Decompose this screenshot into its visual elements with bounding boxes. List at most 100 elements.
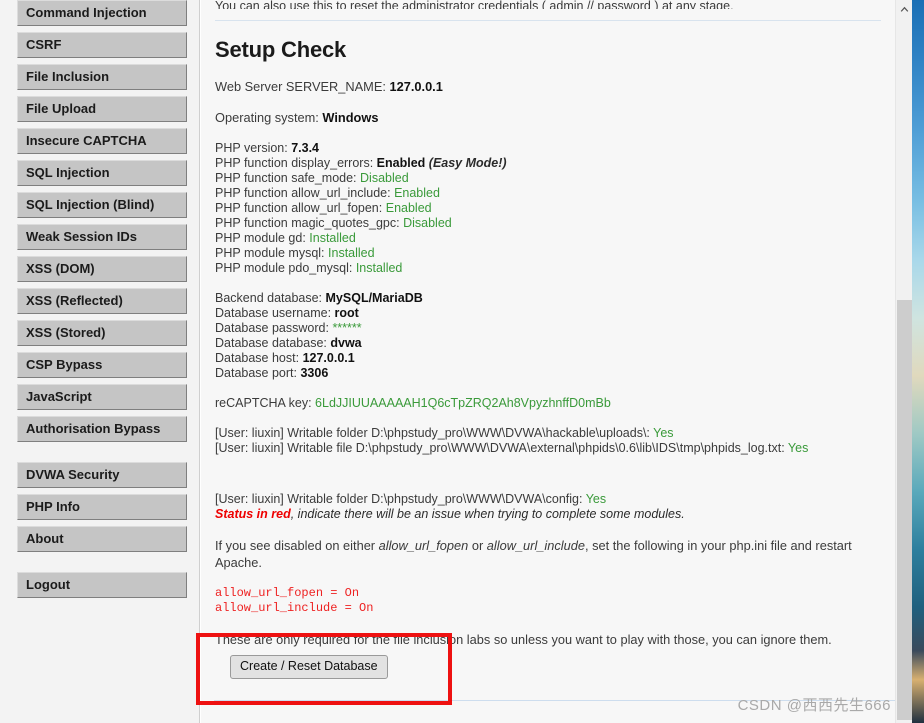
sidebar-item-sql-injection[interactable]: SQL Injection bbox=[17, 160, 187, 186]
writable-path-label: [User: liuxin] Writable file D:\phpstudy… bbox=[215, 441, 785, 455]
php-status-row: PHP version: 7.3.4 bbox=[215, 141, 881, 156]
database-row-value: root bbox=[334, 306, 359, 320]
closing-note: These are only required for the file inc… bbox=[215, 632, 832, 647]
database-row-label: Backend database: bbox=[215, 291, 323, 305]
database-row: Database password: ****** bbox=[215, 321, 881, 336]
instructions-part-1: If you see disabled on either bbox=[215, 538, 379, 553]
database-row-label: Database host: bbox=[215, 351, 300, 365]
sidebar-item-sql-injection-blind[interactable]: SQL Injection (Blind) bbox=[17, 192, 187, 218]
writable-path-value: Yes bbox=[787, 441, 809, 455]
php-row-note: (Easy Mode!) bbox=[428, 156, 507, 170]
reset-database-form: Create / Reset Database bbox=[230, 655, 388, 679]
php-status-row: PHP function safe_mode: Disabled bbox=[215, 171, 881, 186]
writable-path-row: [User: liuxin] Writable file D:\phpstudy… bbox=[215, 441, 881, 456]
web-server-value: 127.0.0.1 bbox=[389, 79, 443, 94]
section-divider bbox=[215, 20, 881, 21]
dvwa-page: Command Injection CSRF File Inclusion Fi… bbox=[0, 0, 896, 723]
recaptcha-key-value: 6LdJJIUUAAAAAH1Q6cTpZRQ2Ah8VpyzhnffD0mBb bbox=[315, 396, 611, 410]
php-row-value: Enabled bbox=[376, 156, 426, 170]
writable-path-row: [User: liuxin] Writable folder D:\phpstu… bbox=[215, 426, 881, 441]
php-row-label: PHP function safe_mode: bbox=[215, 171, 357, 185]
instructions-part-2: or bbox=[468, 538, 487, 553]
database-row-value: 3306 bbox=[300, 366, 329, 380]
scrollbar-thumb[interactable] bbox=[897, 300, 912, 720]
php-status-row: PHP module mysql: Installed bbox=[215, 246, 881, 261]
php-status-row: PHP module gd: Installed bbox=[215, 231, 881, 246]
php-row-label: PHP function magic_quotes_gpc: bbox=[215, 216, 400, 230]
sidebar-item-xss-stored[interactable]: XSS (Stored) bbox=[17, 320, 187, 346]
sidebar-divider-1 bbox=[8, 448, 191, 462]
setup-check-panel: You can also use this to reset the admin… bbox=[215, 0, 881, 663]
sidebar-group-session: Logout bbox=[8, 572, 191, 598]
status-warning-text: , indicate there will be an issue when t… bbox=[290, 507, 685, 521]
sidebar-item-about[interactable]: About bbox=[17, 526, 187, 552]
php-row-label: PHP module gd: bbox=[215, 231, 306, 245]
desktop-background-strip bbox=[912, 0, 924, 723]
recaptcha-block: reCAPTCHA key: 6LdJJIUUAAAAAH1Q6cTpZRQ2A… bbox=[215, 396, 881, 411]
status-warning-highlight: Status in red bbox=[215, 507, 291, 521]
writable-path-value: Yes bbox=[653, 426, 674, 440]
php-row-value: Installed bbox=[309, 231, 356, 245]
sidebar-item-csrf[interactable]: CSRF bbox=[17, 32, 187, 58]
config-writable-value: Yes bbox=[585, 492, 607, 506]
sidebar-item-insecure-captcha[interactable]: Insecure CAPTCHA bbox=[17, 128, 187, 154]
sidebar-item-csp-bypass[interactable]: CSP Bypass bbox=[17, 352, 187, 378]
sidebar-item-logout[interactable]: Logout bbox=[17, 572, 187, 598]
browser-viewport: Command Injection CSRF File Inclusion Fi… bbox=[0, 0, 924, 723]
allow-url-instructions: If you see disabled on either allow_url_… bbox=[215, 537, 881, 571]
operating-system-label: Operating system: bbox=[215, 110, 319, 125]
php-row-label: PHP function display_errors: bbox=[215, 156, 374, 170]
csdn-watermark: CSDN @西西先生666 bbox=[737, 697, 891, 714]
sidebar-nav: Command Injection CSRF File Inclusion Fi… bbox=[0, 0, 199, 598]
allow-url-include-emphasis: allow_url_include bbox=[486, 538, 585, 553]
sidebar-item-file-inclusion[interactable]: File Inclusion bbox=[17, 64, 187, 90]
database-row-label: Database username: bbox=[215, 306, 332, 320]
sidebar-item-xss-dom[interactable]: XSS (DOM) bbox=[17, 256, 187, 282]
database-row: Database host: 127.0.0.1 bbox=[215, 351, 881, 366]
sidebar-item-xss-reflected[interactable]: XSS (Reflected) bbox=[17, 288, 187, 314]
web-server-line: Web Server SERVER_NAME: 127.0.0.1 bbox=[215, 79, 881, 95]
writable-path-label: [User: liuxin] Writable folder D:\phpstu… bbox=[215, 426, 650, 440]
sidebar-item-dvwa-security[interactable]: DVWA Security bbox=[17, 462, 187, 488]
database-row-label: Database password: bbox=[215, 321, 329, 335]
config-writable-block: [User: liuxin] Writable folder D:\phpstu… bbox=[215, 492, 881, 522]
database-row-value: 127.0.0.1 bbox=[302, 351, 355, 365]
create-reset-database-button[interactable]: Create / Reset Database bbox=[230, 655, 388, 679]
sidebar-divider-2 bbox=[8, 558, 191, 572]
php-row-label: PHP module pdo_mysql: bbox=[215, 261, 353, 275]
database-row: Database database: dvwa bbox=[215, 336, 881, 351]
php-status-row: PHP function display_errors: Enabled (Ea… bbox=[215, 156, 881, 171]
sidebar: Command Injection CSRF File Inclusion Fi… bbox=[0, 0, 200, 723]
php-row-label: PHP function allow_url_fopen: bbox=[215, 201, 383, 215]
php-row-value: 7.3.4 bbox=[291, 141, 320, 155]
main-content: You can also use this to reset the admin… bbox=[201, 0, 895, 723]
php-row-value: Disabled bbox=[360, 171, 409, 185]
database-row-label: Database port: bbox=[215, 366, 297, 380]
sidebar-item-file-upload[interactable]: File Upload bbox=[17, 96, 187, 122]
sidebar-item-php-info[interactable]: PHP Info bbox=[17, 494, 187, 520]
sidebar-group-settings: DVWA Security PHP Info About bbox=[8, 462, 191, 552]
clipped-intro-text: You can also use this to reset the admin… bbox=[215, 0, 734, 9]
sidebar-group-vulnerabilities: Command Injection CSRF File Inclusion Fi… bbox=[8, 0, 191, 442]
database-row-value: ****** bbox=[332, 321, 362, 335]
vertical-scrollbar[interactable] bbox=[895, 0, 912, 723]
sidebar-item-command-injection[interactable]: Command Injection bbox=[17, 0, 187, 26]
writable-paths-block: [User: liuxin] Writable folder D:\phpstu… bbox=[215, 426, 881, 456]
web-server-label: Web Server SERVER_NAME: bbox=[215, 79, 386, 94]
code-line: allow_url_include = On bbox=[215, 601, 374, 615]
php-row-value: Enabled bbox=[394, 186, 440, 200]
php-status-block: PHP version: 7.3.4 PHP function display_… bbox=[215, 141, 881, 276]
php-row-value: Disabled bbox=[403, 216, 452, 230]
scroll-up-arrow-icon[interactable] bbox=[896, 0, 913, 17]
database-row-value: MySQL/MariaDB bbox=[325, 291, 423, 305]
config-writable-label: [User: liuxin] Writable folder D:\phpstu… bbox=[215, 492, 583, 506]
php-status-row: PHP module pdo_mysql: Installed bbox=[215, 261, 881, 276]
sidebar-item-authorisation-bypass[interactable]: Authorisation Bypass bbox=[17, 416, 187, 442]
database-row-label: Database database: bbox=[215, 336, 327, 350]
status-warning-row: Status in red, indicate there will be an… bbox=[215, 507, 881, 522]
php-row-label: PHP module mysql: bbox=[215, 246, 325, 260]
database-row-value: dvwa bbox=[330, 336, 362, 350]
sidebar-item-weak-session-ids[interactable]: Weak Session IDs bbox=[17, 224, 187, 250]
php-row-value: Installed bbox=[355, 261, 403, 275]
sidebar-item-javascript[interactable]: JavaScript bbox=[17, 384, 187, 410]
